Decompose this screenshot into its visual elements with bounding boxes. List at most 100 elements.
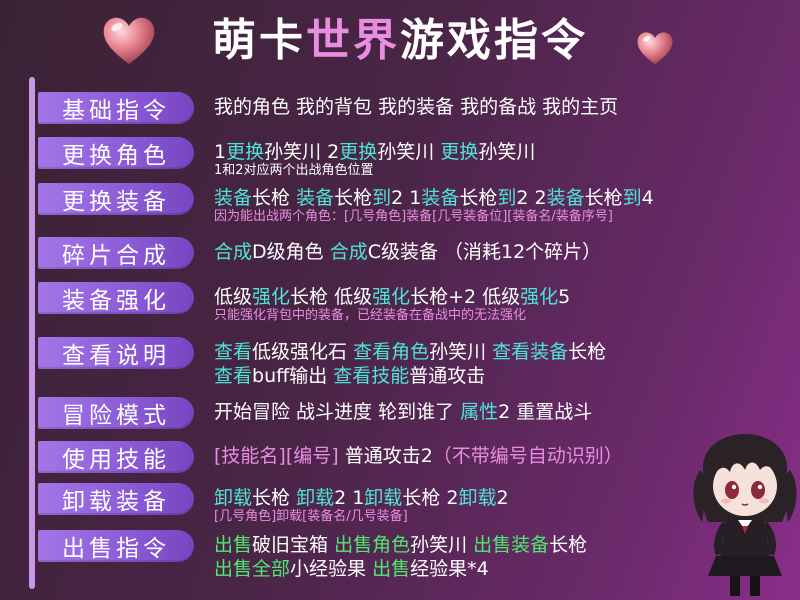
section-label: 查看说明 — [38, 337, 194, 369]
command-segment: 经验果*4 — [410, 558, 489, 580]
command-segment: 2 — [496, 487, 509, 509]
command-line: 卸载长枪 卸载2 1卸载长枪 2卸载2 — [214, 487, 509, 509]
command-segment: 合成 — [214, 241, 253, 263]
command-segment: 普通攻击2 — [338, 445, 433, 467]
command-line: 查看buff输出 查看技能普通攻击 — [214, 365, 485, 387]
command-segment: 孙笑川 — [429, 341, 493, 363]
command-segment: 出售装备 — [473, 534, 550, 556]
command-segment: [技能名][编号] — [214, 445, 339, 467]
section-label: 碎片合成 — [38, 237, 194, 269]
section-label: 装备强化 — [38, 282, 194, 314]
command-segment: 出售角色 — [334, 534, 411, 556]
command-segment: 孙笑川 — [377, 141, 441, 163]
command-segment: 更换 — [226, 141, 265, 163]
command-segment: 卸载 — [364, 487, 403, 509]
command-segment: 更换 — [440, 141, 479, 163]
command-segment: 长枪 — [334, 187, 373, 209]
heart-icon — [637, 32, 673, 65]
command-line: 出售全部小经验果 出售经验果*4 — [214, 558, 489, 580]
command-segment: 强化 — [520, 286, 559, 308]
chibi-girl-illustration — [693, 434, 797, 596]
command-segment: 出售全部 — [214, 558, 291, 580]
command-segment: 长枪 低级 — [290, 286, 373, 308]
command-segment: 装备 — [296, 187, 335, 209]
command-line: 低级强化长枪 低级强化长枪+2 低级强化5 — [214, 286, 570, 308]
command-segment: 长枪 — [459, 187, 498, 209]
command-segment: 低级强化石 — [252, 341, 354, 363]
command-segment: 装备 — [214, 187, 253, 209]
command-note: 只能强化背包中的装备，已经装备在备战中的无法强化 — [214, 308, 527, 323]
command-segment: 破旧宝箱 — [252, 534, 335, 556]
section-label: 卸载装备 — [38, 483, 194, 515]
command-segment: 出售 — [372, 558, 411, 580]
command-segment: C级装备 （消耗12个碎片） — [367, 241, 602, 263]
title-part-3: 游戏指令 — [400, 15, 588, 66]
command-segment: 合成 — [329, 241, 368, 263]
section-label: 冒险模式 — [38, 397, 194, 429]
command-segment: D级角色 — [252, 241, 330, 263]
command-segment: 4 — [641, 187, 654, 209]
command-segment: 卸载 — [296, 487, 335, 509]
command-segment: 1 — [214, 141, 227, 163]
command-note: [几号角色]卸载[装备名/几号装备] — [214, 509, 408, 524]
command-segment: 2 2 — [516, 187, 547, 209]
command-segment: 查看技能 — [333, 365, 410, 387]
command-segment: 查看 — [214, 341, 253, 363]
command-segment: 长枪 — [568, 341, 607, 363]
command-segment: 更换 — [339, 141, 378, 163]
command-line: 1更换孙笑川 2更换孙笑川 更换孙笑川 — [214, 141, 535, 163]
command-line: 查看低级强化石 查看角色孙笑川 查看装备长枪 — [214, 341, 606, 363]
command-segment: 长枪 2 — [402, 487, 459, 509]
command-segment: 强化 — [252, 286, 291, 308]
command-segment: 孙笑川 — [410, 534, 474, 556]
command-segment: 查看角色 — [353, 341, 430, 363]
command-segment: 低级 — [214, 286, 253, 308]
command-segment: 长枪 — [252, 487, 297, 509]
command-segment: 到 — [372, 187, 392, 209]
command-segment: 我的角色 我的背包 我的装备 我的备战 我的主页 — [214, 96, 619, 118]
command-segment: 孙笑川 2 — [264, 141, 340, 163]
command-segment: 长枪 — [549, 534, 588, 556]
section-label: 使用技能 — [38, 441, 194, 473]
command-line: 装备长枪 装备长枪到2 1装备长枪到2 2装备长枪到4 — [214, 187, 654, 209]
command-segment: 开始冒险 战斗进度 轮到谁了 — [214, 401, 461, 423]
command-line: 我的角色 我的背包 我的装备 我的备战 我的主页 — [214, 96, 618, 118]
command-segment: 卸载 — [458, 487, 497, 509]
left-rail — [29, 77, 35, 589]
command-segment: 卸载 — [214, 487, 253, 509]
command-segment: 小经验果 — [290, 558, 373, 580]
command-segment: 装备 — [546, 187, 585, 209]
command-note: 因为能出战两个角色：[几号角色]装备[几号装备位][装备名/装备序号] — [214, 209, 613, 224]
command-segment: 2 1 — [391, 187, 422, 209]
command-segment: 到 — [497, 187, 517, 209]
command-segment: 出售 — [214, 534, 253, 556]
command-segment: 查看 — [214, 365, 253, 387]
command-line: [技能名][编号] 普通攻击2（不带编号自动识别） — [214, 445, 623, 467]
command-segment: 2 重置战斗 — [498, 401, 593, 423]
command-line: 出售破旧宝箱 出售角色孙笑川 出售装备长枪 — [214, 534, 587, 556]
section-label: 出售指令 — [38, 530, 194, 562]
command-segment: 长枪+2 低级 — [410, 286, 521, 308]
command-segment: 普通攻击 — [409, 365, 486, 387]
title-part-2: 世界 — [306, 15, 400, 66]
section-label: 更换装备 — [38, 183, 194, 215]
section-label: 更换角色 — [38, 137, 194, 169]
command-segment: 属性 — [460, 401, 499, 423]
command-segment: 长枪 — [584, 187, 623, 209]
command-segment: 到 — [622, 187, 642, 209]
heart-icon — [103, 17, 155, 65]
command-segment: 查看装备 — [492, 341, 569, 363]
command-segment: 孙笑川 — [478, 141, 536, 163]
title-part-1: 萌卡 — [212, 15, 306, 66]
section-label: 基础指令 — [38, 92, 194, 124]
command-line: 开始冒险 战斗进度 轮到谁了 属性2 重置战斗 — [214, 401, 592, 423]
command-segment: （不带编号自动识别） — [432, 445, 623, 467]
command-segment: buff输出 — [252, 365, 334, 387]
command-segment: 长枪 — [252, 187, 297, 209]
command-line: 合成D级角色 合成C级装备 （消耗12个碎片） — [214, 241, 601, 263]
command-segment: 5 — [558, 286, 571, 308]
command-segment: 2 1 — [334, 487, 365, 509]
command-segment: 强化 — [372, 286, 411, 308]
command-note: 1和2对应两个出战角色位置 — [214, 163, 374, 178]
command-segment: 装备 — [421, 187, 460, 209]
